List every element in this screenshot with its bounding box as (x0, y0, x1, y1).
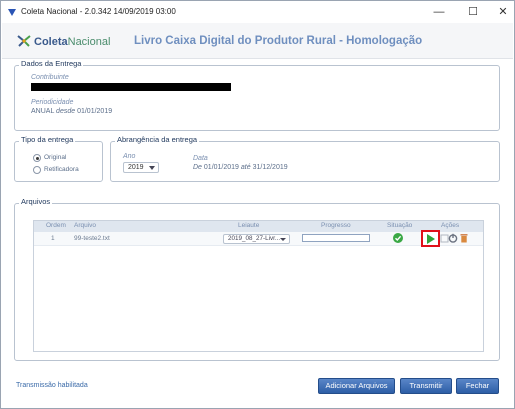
abrangencia-legend: Abrangência da entrega (115, 135, 200, 144)
logo-bold: Coleta (34, 36, 68, 48)
col-arquivo: Arquivo (74, 222, 97, 229)
progress-bar (302, 234, 370, 242)
dados-entrega-panel: Dados da Entrega Contribuinte Periodicid… (14, 59, 500, 131)
table-row: 1 99-teste2.txt 2019_08_27-Livr... (34, 230, 483, 247)
leiaute-select-value: 2019_08_27-Livr... (228, 235, 281, 242)
periodicidade-text: ANUAL (31, 108, 55, 115)
coleta-logo-icon (17, 35, 31, 47)
app-header: ColetaNacional Livro Caixa Digital do Pr… (2, 23, 513, 59)
app-icon (8, 9, 16, 16)
minimize-button[interactable]: — (428, 4, 450, 20)
radio-retificadora[interactable] (33, 166, 41, 174)
app-title: Livro Caixa Digital do Produtor Rural - … (134, 35, 423, 47)
power-icon[interactable] (448, 233, 458, 243)
logo-thin: Nacional (67, 36, 111, 48)
title-bar: Coleta Nacional - 2.0.342 14/09/2019 03:… (1, 1, 514, 23)
transmissao-status: Transmissão habilitada (16, 382, 88, 389)
col-ordem: Ordem (46, 222, 66, 229)
play-icon (427, 234, 435, 244)
close-window-button[interactable]: ✕ (492, 4, 514, 20)
ano-select-value: 2019 (128, 164, 144, 171)
chevron-down-icon (149, 166, 155, 170)
periodicidade-label: Periodicidade (31, 99, 74, 106)
de-word: De (193, 164, 202, 171)
desde-word: desde (56, 108, 76, 115)
row-arquivo: 99-teste2.txt (74, 235, 110, 242)
transmit-play-button[interactable] (421, 230, 440, 247)
leiaute-select[interactable]: 2019_08_27-Livr... (223, 234, 290, 244)
arquivos-legend: Arquivos (19, 197, 53, 206)
ano-select[interactable]: 2019 (123, 162, 159, 173)
maximize-button[interactable]: ☐ (462, 4, 484, 20)
ate-word: até (240, 164, 251, 171)
arquivos-table: Ordem Arquivo Leiaute Progresso Situação… (33, 220, 484, 352)
tipo-legend: Tipo da entrega (19, 135, 76, 144)
row-ordem: 1 (51, 235, 55, 242)
radio-original-label: Original (44, 154, 67, 161)
window-title: Coleta Nacional - 2.0.342 14/09/2019 03:… (21, 7, 176, 16)
fechar-button[interactable]: Fechar (456, 378, 499, 394)
app-window: Coleta Nacional - 2.0.342 14/09/2019 03:… (0, 0, 515, 409)
table-header: Ordem Arquivo Leiaute Progresso Situação… (34, 221, 483, 232)
data-label: Data (193, 155, 208, 162)
logo-text: ColetaNacional (34, 36, 110, 48)
col-progresso: Progresso (321, 222, 351, 229)
adicionar-arquivos-button[interactable]: Adicionar Arquivos (318, 378, 395, 394)
contribuinte-label: Contribuinte (31, 74, 69, 81)
ano-label: Ano (123, 153, 136, 160)
transmitir-button[interactable]: Transmitir (400, 378, 452, 394)
radio-retificadora-label: Retificadora (44, 166, 79, 173)
arquivos-panel: Arquivos Ordem Arquivo Leiaute Progresso… (14, 197, 500, 361)
chevron-down-icon (280, 238, 286, 241)
col-acoes: Ações (441, 222, 460, 229)
col-leiaute: Leiaute (238, 222, 260, 229)
data-inicio: 01/01/2019 (203, 164, 239, 171)
dados-legend: Dados da Entrega (19, 59, 84, 68)
data-range: De 01/01/2019 até 31/12/2019 (193, 164, 288, 171)
col-situacao: Situação (387, 222, 413, 229)
contribuinte-redacted (31, 83, 231, 91)
data-fim: 31/12/2019 (252, 164, 288, 171)
tipo-entrega-panel: Tipo da entrega Original Retificadora (14, 135, 103, 182)
periodicidade-value: ANUAL desde 01/01/2019 (31, 108, 112, 115)
desde-date: 01/01/2019 (77, 108, 113, 115)
trash-icon[interactable] (459, 233, 469, 243)
radio-original[interactable] (33, 154, 41, 162)
abrangencia-panel: Abrangência da entrega Ano 2019 Data De … (110, 135, 500, 182)
check-ok-icon (393, 233, 403, 243)
